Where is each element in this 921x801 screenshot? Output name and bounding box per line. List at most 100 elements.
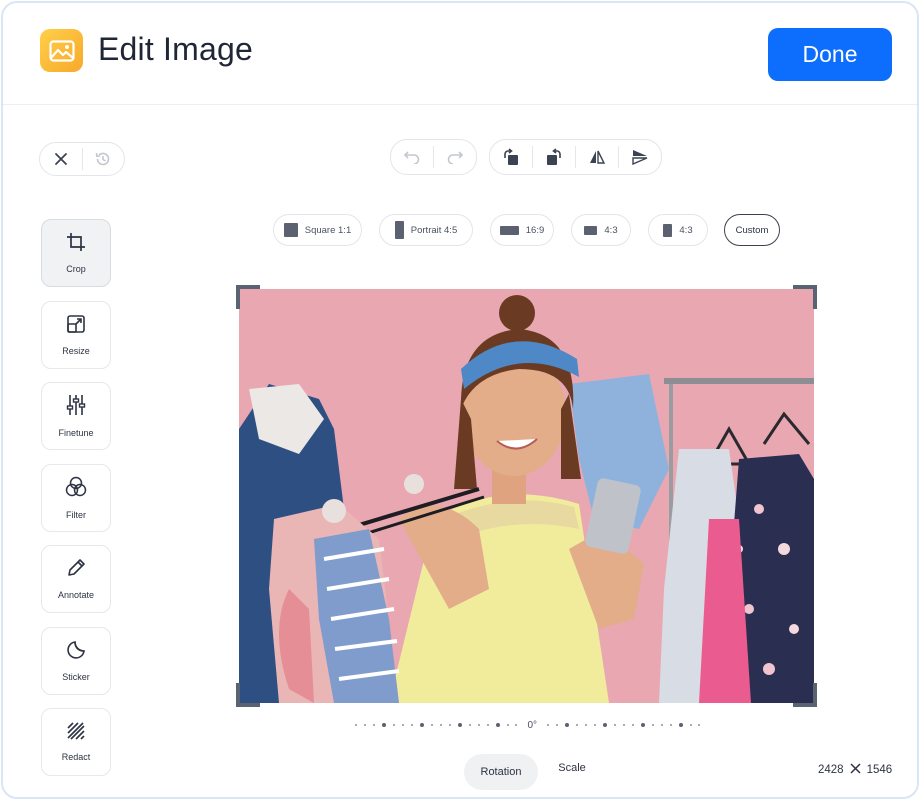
close-icon[interactable] [40, 143, 82, 175]
crop-handle-bottom-right[interactable] [793, 683, 817, 707]
dial-tick [669, 724, 672, 726]
dial-tick [392, 724, 395, 726]
dial-tick [506, 724, 509, 726]
crop-ratio-4-3-landscape[interactable]: 4:3 [571, 214, 631, 246]
tab-scale[interactable]: Scale [543, 750, 601, 786]
pencil-icon [66, 558, 86, 583]
tool-label: Filter [66, 510, 86, 520]
page-title: Edit Image [98, 31, 253, 67]
flip-vertical-icon[interactable] [619, 140, 661, 174]
dial-tick [555, 724, 558, 726]
ratio-label: Square 1:1 [304, 224, 352, 236]
sliders-icon [66, 394, 86, 421]
tool-filter[interactable]: Filter [41, 464, 111, 532]
undo-icon[interactable] [391, 140, 433, 174]
crop-ratio-16-9[interactable]: 16:9 [490, 214, 554, 246]
dial-tick [381, 723, 386, 727]
dial-tick [457, 723, 462, 727]
crop-handle-bottom-left[interactable] [236, 683, 260, 707]
dial-tick [640, 723, 645, 727]
dial-tick [410, 724, 413, 726]
transform-controls [489, 139, 662, 175]
crop-handle-top-left[interactable] [236, 285, 260, 309]
tool-label: Sticker [62, 672, 90, 682]
ratio-label: 4:3 [679, 224, 693, 236]
history-controls [39, 142, 125, 176]
image-height: 1546 [866, 764, 893, 776]
filter-icon [65, 476, 87, 503]
dial-tick [631, 724, 634, 726]
crop-ratio-square[interactable]: Square 1:1 [273, 214, 362, 246]
dial-tick [515, 724, 518, 726]
image-dimensions: 2428 1546 [818, 763, 892, 777]
tool-finetune[interactable]: Finetune [41, 382, 111, 450]
ratio-label: 4:3 [604, 224, 618, 236]
redact-icon [67, 722, 85, 745]
dial-tick [689, 724, 692, 726]
tool-resize[interactable]: Resize [41, 301, 111, 369]
tool-label: Resize [62, 346, 90, 356]
dial-tick [651, 724, 654, 726]
dial-tick [401, 724, 404, 726]
rotate-right-icon[interactable] [533, 140, 575, 174]
dial-tick [593, 724, 596, 726]
tab-rotation[interactable]: Rotation [464, 754, 538, 790]
dial-tick [486, 724, 489, 726]
landscape-shape-icon [584, 225, 598, 235]
resize-icon [66, 314, 86, 339]
dial-tick [698, 724, 701, 726]
tool-label: Redact [61, 752, 91, 762]
dial-tick [430, 724, 433, 726]
editor-window: Edit Image Done Crop Resize Finetune Fil… [1, 1, 919, 799]
portrait-shape-icon [663, 223, 673, 237]
crop-ratio-custom[interactable]: Custom [724, 214, 780, 246]
tool-label: Crop [66, 264, 86, 274]
crop-ratio-portrait[interactable]: Portrait 4:5 [379, 214, 473, 246]
rotate-left-icon[interactable] [490, 140, 532, 174]
done-button[interactable]: Done [768, 28, 892, 81]
ratio-label: 16:9 [525, 224, 545, 236]
tool-label: Annotate [57, 590, 95, 600]
tool-annotate[interactable]: Annotate [41, 545, 111, 613]
sticker-icon [66, 640, 86, 665]
image-icon [40, 29, 83, 72]
dial-tick [372, 724, 375, 726]
dial-tick [660, 724, 663, 726]
tool-label: Finetune [58, 428, 94, 438]
dial-tick [419, 723, 424, 727]
tool-sticker[interactable]: Sticker [41, 627, 111, 695]
square-shape-icon [283, 223, 298, 237]
times-icon [850, 763, 861, 777]
crop-icon [66, 232, 86, 257]
image-canvas[interactable] [239, 289, 814, 703]
portrait-shape-icon [394, 221, 404, 239]
dial-tick [477, 724, 480, 726]
header: Edit Image Done [3, 3, 917, 105]
tool-redact[interactable]: Redact [41, 708, 111, 776]
redo-icon[interactable] [434, 140, 476, 174]
dial-tick [495, 723, 500, 727]
rotation-value: 0° [527, 719, 537, 731]
dial-tick [355, 724, 357, 726]
rotation-dial[interactable]: 0° [355, 715, 701, 735]
dial-tick [448, 724, 451, 726]
image-width: 2428 [818, 764, 844, 776]
dial-tick [622, 724, 625, 726]
dial-tick [678, 723, 683, 727]
dial-tick [564, 723, 569, 727]
dial-tick [613, 724, 616, 726]
dial-tick [575, 724, 578, 726]
history-icon[interactable] [82, 143, 124, 175]
tool-crop[interactable]: Crop [41, 219, 111, 287]
undo-redo-controls [390, 139, 477, 175]
flip-horizontal-icon[interactable] [576, 140, 618, 174]
crop-ratio-4-3-portrait[interactable]: 4:3 [648, 214, 708, 246]
dial-tick [439, 724, 442, 726]
dial-tick [546, 724, 549, 726]
widescreen-shape-icon [499, 225, 519, 235]
ratio-label: Custom [735, 224, 769, 236]
dial-tick [602, 723, 607, 727]
dial-tick [363, 724, 366, 726]
dial-tick [468, 724, 471, 726]
crop-handle-top-right[interactable] [793, 285, 817, 309]
